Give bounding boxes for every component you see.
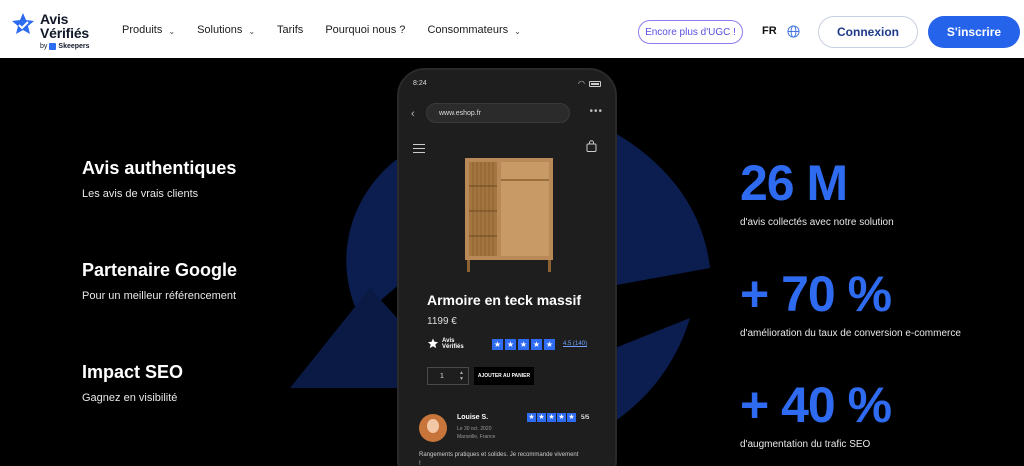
star-icon: ★ [557, 413, 566, 422]
feature-title: Impact SEO [82, 362, 184, 382]
back-arrow-icon[interactable]: ‹ [411, 108, 415, 120]
url-bar[interactable]: www.eshop.fr [426, 103, 570, 123]
login-button[interactable]: Connexion [818, 16, 918, 48]
nav-label: Produits [122, 24, 163, 36]
stat-reviews: 26 M d'avis collectés avec notre solutio… [740, 158, 894, 228]
rating-count-link[interactable]: 4.5 (140) [563, 341, 587, 347]
avis-verifies-logo-icon [427, 338, 439, 349]
stat-caption: d'augmentation du trafic SEO [740, 439, 871, 450]
star-icon: ★ [537, 413, 546, 422]
language-selector[interactable]: FR [762, 25, 777, 37]
quantity-value: 1 [440, 372, 444, 380]
wardrobe-product-image [465, 158, 553, 272]
menu-icon[interactable] [413, 144, 425, 156]
status-time: 8:24 [413, 80, 427, 87]
product-price: 1199 € [427, 316, 457, 327]
stat-caption: d'amélioration du taux de conversion e-c… [740, 328, 961, 339]
brand-line-2: Vérifiés [40, 25, 89, 41]
stat-value: + 70 % [740, 266, 892, 322]
review-date: Le 30 oct. 2020 [457, 426, 492, 432]
review-location: Marseille, France [457, 434, 496, 440]
wifi-icon: ◠ [578, 79, 585, 88]
brand-parent: Skeepers [58, 43, 90, 50]
review-stars: ★ ★ ★ ★ ★ [527, 413, 576, 422]
add-to-cart-button[interactable]: AJOUTER AU PANIER [474, 367, 534, 385]
stat-value: 26 M [740, 155, 848, 211]
nav-item-solutions[interactable]: Solutions ⌄ [197, 24, 255, 36]
nav-item-produits[interactable]: Produits ⌄ [122, 24, 175, 36]
star-icon: ★ [567, 413, 576, 422]
star-icon: ★ [518, 339, 529, 350]
nav-label: Pourquoi nous ? [325, 24, 406, 36]
star-icon: ★ [531, 339, 542, 350]
more-options-icon[interactable]: ••• [589, 106, 603, 117]
star-icon: ★ [527, 413, 536, 422]
signup-button[interactable]: S'inscrire [928, 16, 1020, 48]
feature-subtitle: Pour un meilleur référencement [82, 290, 237, 302]
feature-google-partner: Partenaire Google Pour un meilleur référ… [82, 260, 237, 302]
nav-label: Tarifs [277, 24, 304, 36]
reviewer-name: Louise S. [457, 414, 489, 421]
stat-value: + 40 % [740, 377, 892, 433]
feature-seo: Impact SEO Gagnez en visibilité [82, 362, 183, 404]
status-icons: ◠ [578, 79, 601, 88]
star-icon: ★ [544, 339, 555, 350]
stat-caption: d'avis collectés avec notre solution [740, 217, 894, 228]
chevron-down-icon: ⌄ [248, 26, 256, 36]
battery-icon [589, 80, 601, 87]
stepper-arrows-icon[interactable]: ▲ ▼ [459, 370, 464, 382]
chevron-down-icon: ⌄ [168, 26, 176, 36]
phone-mockup: 8:24 ◠ ‹ www.eshop.fr ••• Armoire en tec… [397, 68, 617, 466]
mini-brand-line-2: Vérifiés [442, 344, 464, 351]
main-nav: Produits ⌄ Solutions ⌄ Tarifs Pourquoi nou… [122, 24, 543, 36]
top-header: Avis Vérifiés by Skeepers Produits ⌄ Solu… [0, 0, 1024, 58]
brand-byline: by Skeepers [40, 43, 90, 50]
feature-title: Avis authentiques [82, 158, 237, 178]
ugc-promo-button[interactable]: Encore plus d'UGC ! [638, 20, 743, 44]
star-icon: ★ [492, 339, 503, 350]
skeepers-icon [49, 43, 57, 50]
product-name: Armoire en teck massif [427, 292, 582, 308]
nav-label: Consommateurs [427, 24, 509, 36]
globe-icon[interactable] [787, 25, 800, 38]
mini-brand-logo: Avis Vérifiés [427, 338, 464, 351]
product-rating-stars: ★ ★ ★ ★ ★ [492, 339, 555, 350]
feature-subtitle: Gagnez en visibilité [82, 392, 178, 404]
reviewer-avatar [419, 414, 447, 442]
brand-logo[interactable]: Avis Vérifiés by Skeepers [10, 12, 90, 50]
shopping-bag-icon[interactable] [586, 140, 597, 152]
nav-label: Solutions [197, 24, 243, 36]
stat-seo-traffic: + 40 % d'augmentation du trafic SEO [740, 377, 892, 450]
nav-item-tarifs[interactable]: Tarifs [277, 24, 303, 36]
avis-verifies-logo-icon [12, 13, 34, 34]
review-score: 5/5 [581, 415, 590, 421]
nav-item-pourquoi-nous[interactable]: Pourquoi nous ? [325, 24, 405, 36]
feature-authentic: Avis authentiques Les avis de vrais clie… [82, 158, 236, 200]
quantity-stepper[interactable]: 1 ▲ ▼ [427, 367, 469, 385]
stat-conversion: + 70 % d'amélioration du taux de convers… [740, 269, 961, 339]
feature-subtitle: Les avis de vrais clients [82, 188, 199, 200]
brand-by: by [40, 43, 48, 50]
star-icon: ★ [505, 339, 516, 350]
feature-title: Partenaire Google [82, 260, 238, 280]
review-text: Rangements pratiques et solides. Je reco… [419, 452, 579, 466]
nav-item-consommateurs[interactable]: Consommateurs ⌄ [427, 24, 520, 36]
brand-line-1: Avis [40, 11, 69, 27]
star-icon: ★ [547, 413, 556, 422]
chevron-down-icon: ⌄ [514, 26, 521, 36]
